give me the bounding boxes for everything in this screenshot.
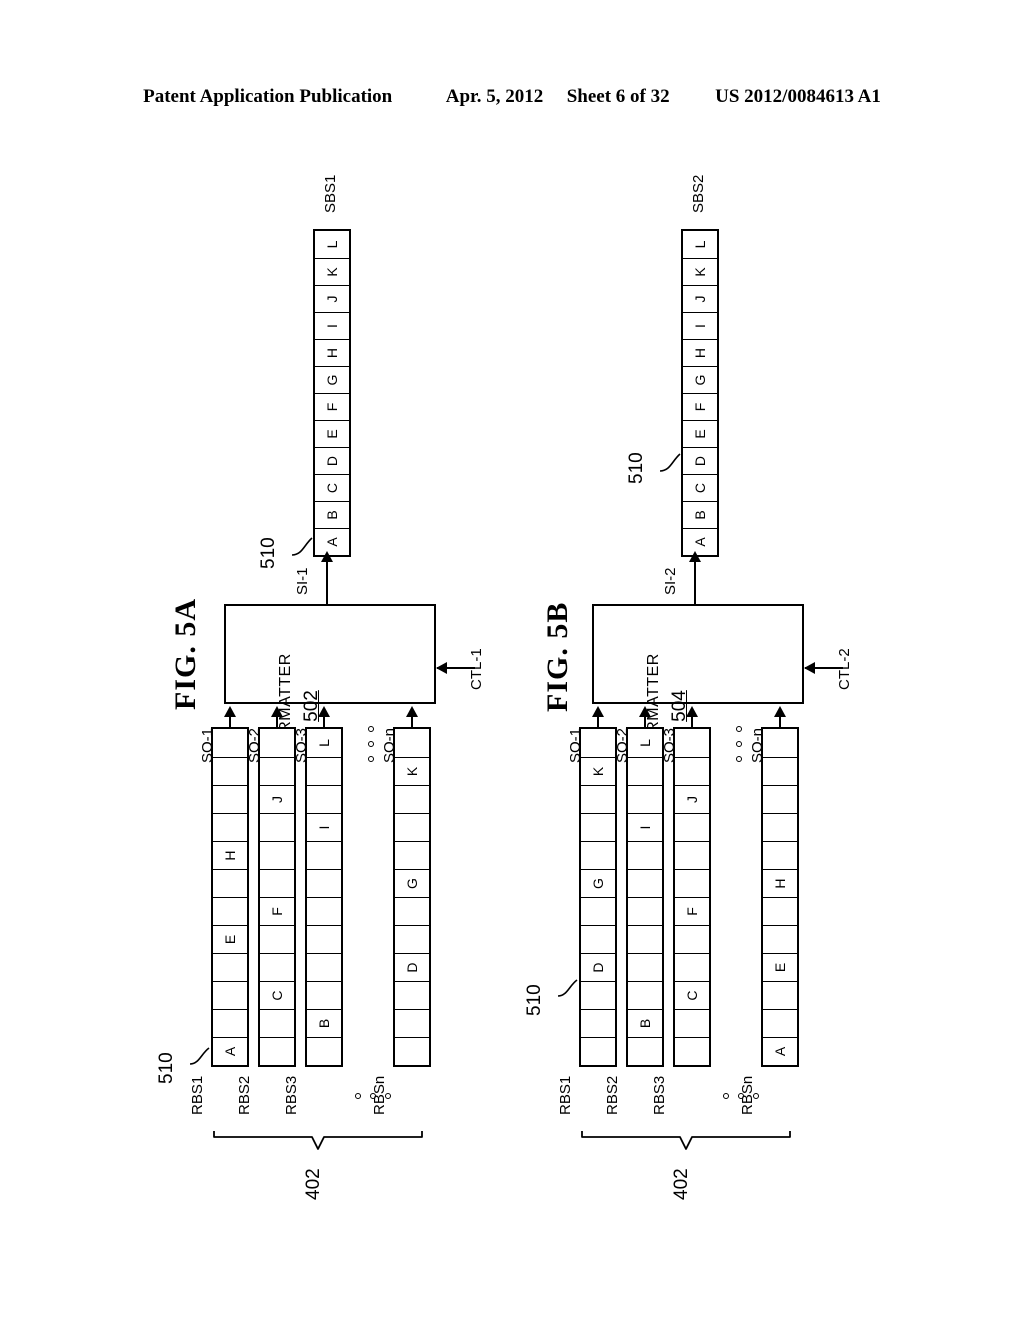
rbs3-cell-b xyxy=(675,813,709,841)
rbs1-cell-b xyxy=(581,925,615,953)
rbs-ref-number-b: 510 xyxy=(524,984,545,1016)
sbs2-cell: D xyxy=(683,447,717,474)
ellipsis-dot xyxy=(736,726,742,732)
rbsn-cell-b xyxy=(763,813,797,841)
sbs2-cell: G xyxy=(683,366,717,393)
si2-label: SI-2 xyxy=(662,567,679,595)
row-buffer-rbs2-label-b: RBS2 xyxy=(604,1075,621,1115)
sbs2-cell: E xyxy=(683,420,717,447)
rbs3-cell-b: C xyxy=(675,981,709,1009)
sbs2-cell: I xyxy=(683,312,717,339)
so2-arrowhead-b xyxy=(639,706,651,717)
rbs3-cell-b xyxy=(675,869,709,897)
rbs3-cell-b: J xyxy=(675,785,709,813)
rbs3-cell-b xyxy=(675,1009,709,1037)
rbs2-cell-b xyxy=(628,981,662,1009)
sbs2-ref-leader xyxy=(659,453,681,472)
rbs-ref-leader-b xyxy=(557,979,578,997)
rbs2-cell-b xyxy=(628,869,662,897)
figure-5b: FIG. 5B A B C D E F G H I J K L SBS2 510… xyxy=(0,0,1024,1320)
row-buffer-rbs1-label-b: RBS1 xyxy=(557,1075,574,1115)
ellipsis-dot xyxy=(723,1093,729,1099)
rbsn-cell-b xyxy=(763,757,797,785)
rbsn-cell-b: H xyxy=(763,869,797,897)
row-buffer-rbs2-b: B I L xyxy=(626,727,664,1067)
rbs1-cell-b: K xyxy=(581,757,615,785)
sbs2-cell: H xyxy=(683,339,717,366)
son-arrowhead-b xyxy=(774,706,786,717)
rbsn-cell-b: E xyxy=(763,953,797,981)
rbs3-cell-b: F xyxy=(675,897,709,925)
rbs3-cell-b xyxy=(675,757,709,785)
ctl2-arrowhead xyxy=(804,662,815,674)
so3-arrowhead-b xyxy=(686,706,698,717)
sbs2-cell: J xyxy=(683,285,717,312)
rbsn-cell-b xyxy=(763,841,797,869)
rbs1-cell-b xyxy=(581,841,615,869)
ellipsis-dot xyxy=(736,741,742,747)
rbs3-cell-b xyxy=(675,953,709,981)
rbsn-cell-b xyxy=(763,981,797,1009)
rbs2-cell-b: L xyxy=(637,739,653,747)
rbs2-cell-b: I xyxy=(628,813,662,841)
rbsn-cell-b xyxy=(763,925,797,953)
group-ref-number-b: 402 xyxy=(671,1168,692,1200)
so1-arrowhead-b xyxy=(592,706,604,717)
rbs2-cell-b xyxy=(628,757,662,785)
rbsn-cell-b: A xyxy=(763,1037,797,1065)
si2-line xyxy=(694,560,696,605)
rbs2-cell-b xyxy=(628,897,662,925)
row-buffer-rbs3-b: C F J xyxy=(673,727,711,1067)
sbs2-cell: L xyxy=(692,240,708,249)
rbs2-cell-b xyxy=(628,925,662,953)
rbs3-cell-b xyxy=(675,729,709,757)
sbs2-ref-number: 510 xyxy=(626,452,647,484)
rbs1-cell-b xyxy=(581,729,615,757)
rbs2-cell-b xyxy=(628,841,662,869)
rbs3-cell-b xyxy=(675,925,709,953)
group-brace-b xyxy=(581,1131,791,1150)
sbs2-cell: C xyxy=(683,474,717,501)
output-buffer-sbs2-label: SBS2 xyxy=(690,174,707,213)
rbsn-cell-b xyxy=(763,729,797,757)
ellipsis-dot xyxy=(736,756,742,762)
row-buffer-rbs3-label-b: RBS3 xyxy=(651,1075,668,1115)
ctl2-label: CTL-2 xyxy=(836,648,853,690)
rbs3-cell-b xyxy=(675,1037,709,1065)
figure-5b-title: FIG. 5B xyxy=(541,601,574,712)
so-ellipsis-b xyxy=(736,726,742,762)
rbs1-cell-b xyxy=(581,813,615,841)
formatter-504-box: FORMATTER 504 xyxy=(592,604,804,756)
rbs1-cell-b xyxy=(581,1037,615,1065)
rbs2-cell-b xyxy=(628,1037,662,1065)
rbs1-cell-b xyxy=(581,785,615,813)
rbsn-cell-b xyxy=(763,1009,797,1037)
rbs1-cell-b: D xyxy=(581,953,615,981)
rbs2-cell-b: B xyxy=(628,1009,662,1037)
rbsn-cell-b xyxy=(763,897,797,925)
sbs2-cell: B xyxy=(683,501,717,528)
rbs1-cell-b xyxy=(581,981,615,1009)
sbs2-cell: K xyxy=(683,258,717,285)
rbs2-cell-b xyxy=(628,785,662,813)
rbs3-cell-b xyxy=(675,841,709,869)
rbs1-cell-b xyxy=(581,1009,615,1037)
rbs1-cell-b: G xyxy=(581,869,615,897)
output-buffer-sbs2: A B C D E F G H I J K L xyxy=(681,229,719,557)
rbs1-cell-b xyxy=(581,897,615,925)
row-buffer-rbs1-b: D G K xyxy=(579,727,617,1067)
sbs2-cell: F xyxy=(683,393,717,420)
row-buffer-rbsn-label-b: RBSn xyxy=(739,1075,756,1115)
rbs2-cell-b xyxy=(628,953,662,981)
si2-arrowhead xyxy=(689,551,701,562)
row-buffer-rbsn-b: A E H xyxy=(761,727,799,1067)
rbsn-cell-b xyxy=(763,785,797,813)
